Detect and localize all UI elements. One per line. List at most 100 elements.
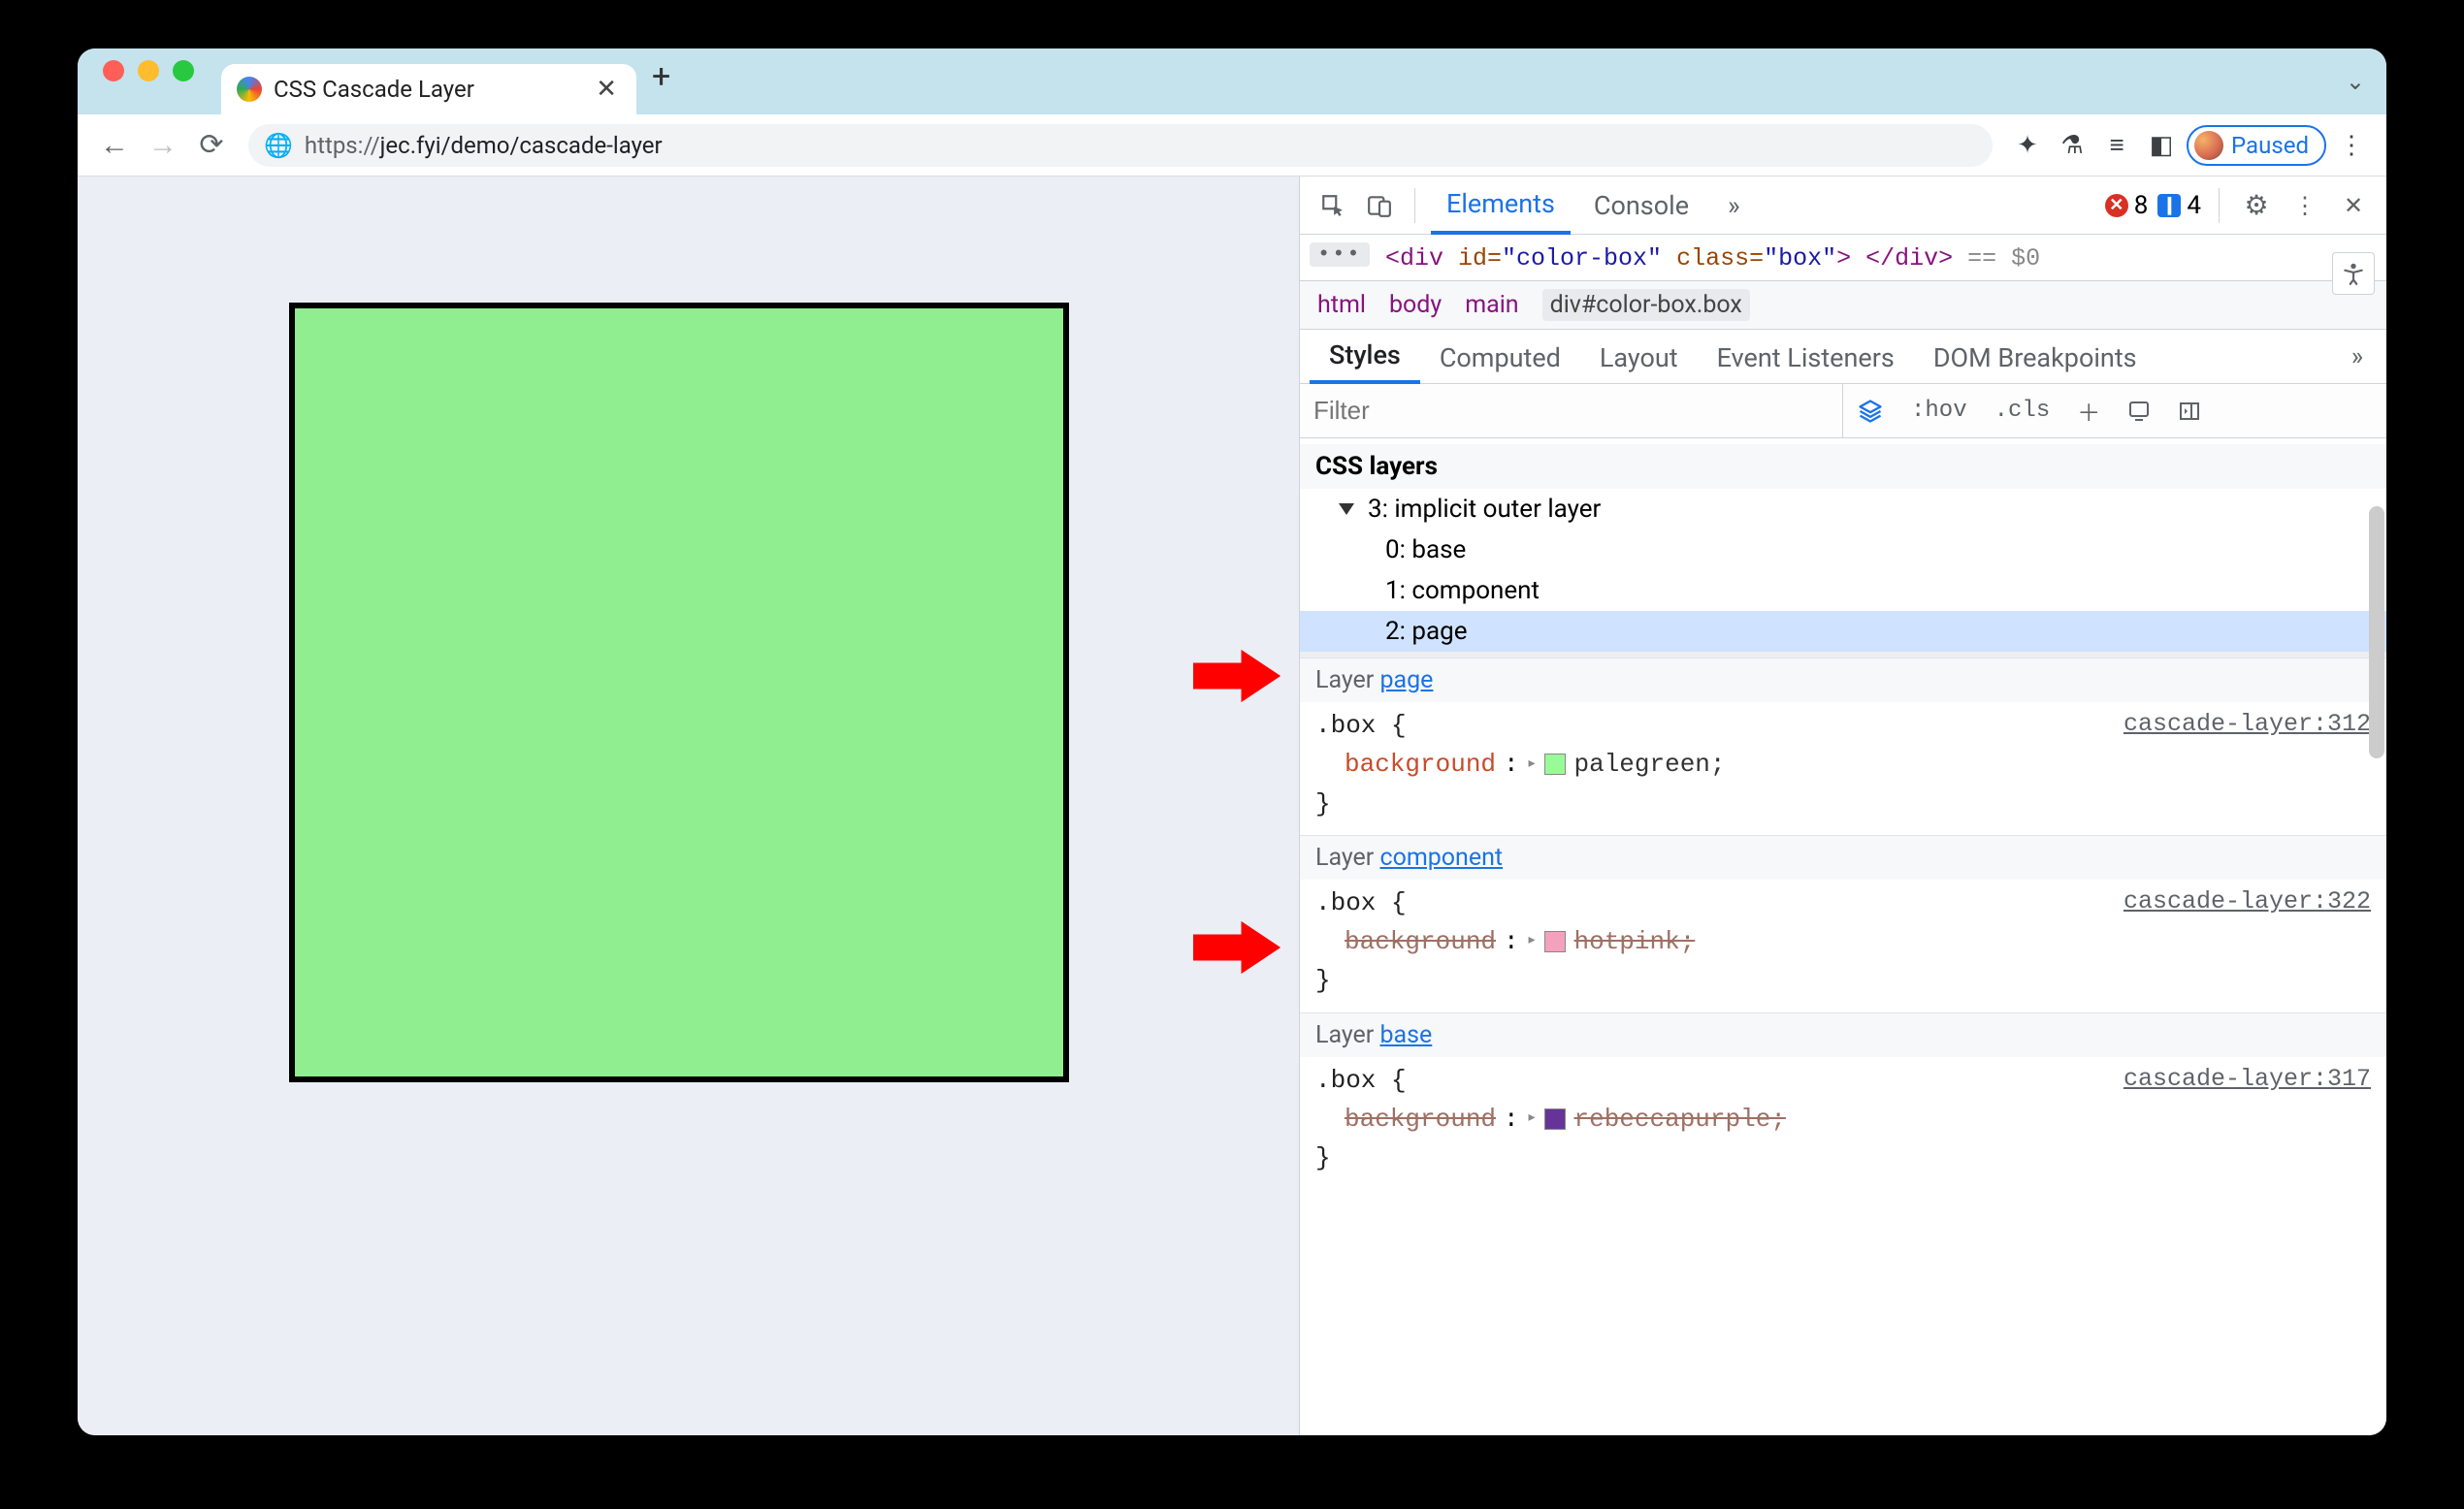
breadcrumb-html[interactable]: html	[1317, 291, 1366, 319]
back-button[interactable]: ←	[93, 124, 136, 167]
layer-tree-item-component[interactable]: 1: component	[1300, 570, 2386, 611]
computed-toggle-icon[interactable]	[2114, 400, 2164, 423]
css-declaration[interactable]: background: ▸ rebeccapurple;	[1315, 1100, 2371, 1139]
source-link[interactable]: cascade-layer:312	[2124, 706, 2371, 744]
site-info-icon[interactable]: 🌐	[264, 132, 293, 159]
devtools-panel: Elements Console » ✕ 8 ❙ 4 ⚙ ⋮ ✕	[1300, 177, 2386, 1435]
error-badge[interactable]: ✕ 8	[2105, 191, 2149, 220]
panel-icon[interactable]: ◧	[2142, 126, 2181, 165]
style-rule: Layer base .box { cascade-layer:317 back…	[1300, 1012, 2386, 1190]
dom-selected-line[interactable]: <div id="color-box" class="box"> </div> …	[1300, 242, 2386, 274]
layer-tree-root[interactable]: 3: implicit outer layer	[1300, 489, 2386, 530]
layer-link[interactable]: base	[1379, 1021, 1432, 1049]
css-property: background	[1345, 1100, 1496, 1139]
info-badge[interactable]: ❙ 4	[2157, 191, 2201, 220]
tab-close-button[interactable]: ✕	[592, 75, 621, 104]
callout-arrow-icon	[1193, 916, 1281, 986]
scrollbar[interactable]	[2369, 506, 2384, 758]
devtools-top-toolbar: Elements Console » ✕ 8 ❙ 4 ⚙ ⋮ ✕	[1300, 177, 2386, 235]
color-swatch[interactable]	[1544, 754, 1566, 775]
layer-label: Layer page	[1315, 666, 1433, 694]
hov-toggle[interactable]: :hov	[1897, 398, 1981, 424]
css-value: hotpink;	[1573, 922, 1695, 961]
extensions-icon[interactable]: ✦	[2008, 126, 2047, 165]
cls-toggle[interactable]: .cls	[1981, 398, 2064, 424]
settings-button[interactable]: ⚙	[2237, 186, 2276, 225]
profile-paused-chip[interactable]: Paused	[2187, 125, 2326, 166]
close-window-button[interactable]	[103, 60, 124, 81]
window-controls	[103, 48, 194, 114]
device-toolbar-button[interactable]	[1360, 186, 1399, 225]
tab-dom-breakpoints[interactable]: DOM Breakpoints	[1914, 342, 2156, 383]
breadcrumb-selected[interactable]: div#color-box.box	[1542, 289, 1750, 321]
omnibox[interactable]: 🌐 https://jec.fyi/demo/cascade-layer	[248, 124, 1993, 167]
layer-link[interactable]: component	[1379, 844, 1503, 872]
tab-elements[interactable]: Elements	[1431, 177, 1571, 235]
maximize-window-button[interactable]	[173, 60, 194, 81]
layer-link[interactable]: page	[1379, 666, 1433, 694]
styles-sidebar-tabs: Styles Computed Layout Event Listeners D…	[1300, 330, 2386, 384]
styles-filter-input[interactable]	[1313, 396, 1829, 426]
dom-breadcrumb: html body main div#color-box.box	[1300, 281, 2386, 330]
tab-console[interactable]: Console	[1578, 177, 1704, 234]
paused-label: Paused	[2231, 132, 2309, 159]
browser-tab[interactable]: CSS Cascade Layer ✕	[221, 64, 636, 114]
styles-toolbar: :hov .cls ＋	[1300, 384, 2386, 438]
tab-computed[interactable]: Computed	[1420, 342, 1580, 383]
layer-tree-item-page[interactable]: 2: page	[1300, 611, 2386, 652]
breadcrumb-body[interactable]: body	[1389, 291, 1442, 319]
source-link[interactable]: cascade-layer:322	[2124, 883, 2371, 921]
rule-selector[interactable]: .box	[1315, 888, 1376, 917]
breadcrumb-main[interactable]: main	[1465, 291, 1518, 319]
sidebar-toggle-icon[interactable]	[2164, 400, 2215, 423]
browser-window: CSS Cascade Layer ✕ + ⌄ ← → ⟳ 🌐 https://…	[78, 48, 2386, 1435]
accessibility-icon[interactable]	[2332, 252, 2375, 295]
style-rules: Layer page .box { cascade-layer:312 back…	[1300, 658, 2386, 1190]
lab-icon[interactable]: ⚗	[2053, 126, 2091, 165]
tab-overflow[interactable]: »	[1712, 177, 1756, 234]
toolbar-right: ✦ ⚗ ≡ ◧ Paused ⋮	[2008, 125, 2371, 166]
tab-event-listeners[interactable]: Event Listeners	[1698, 342, 1914, 383]
error-icon: ✕	[2105, 194, 2128, 217]
layers-toggle-icon[interactable]	[1843, 398, 1897, 425]
devtools-menu-button[interactable]: ⋮	[2286, 186, 2324, 225]
inspect-element-button[interactable]	[1313, 186, 1352, 225]
css-property: background	[1345, 922, 1496, 961]
layer-tree-item-base[interactable]: 0: base	[1300, 530, 2386, 570]
minimize-window-button[interactable]	[138, 60, 159, 81]
css-value: palegreen;	[1573, 745, 1725, 784]
disclosure-triangle-icon[interactable]	[1339, 503, 1354, 515]
css-declaration[interactable]: background: ▸ palegreen;	[1315, 745, 2371, 784]
tab-search-button[interactable]: ⌄	[2346, 68, 2365, 95]
css-layers-title: CSS layers	[1300, 444, 2386, 489]
page-viewport	[78, 177, 1300, 1435]
reading-list-icon[interactable]: ≡	[2097, 126, 2136, 165]
rule-selector[interactable]: .box	[1315, 711, 1376, 740]
expand-icon[interactable]: ▸	[1527, 752, 1538, 779]
tab-layout[interactable]: Layout	[1580, 342, 1698, 383]
new-tab-button[interactable]: +	[636, 57, 686, 106]
info-icon: ❙	[2157, 194, 2181, 217]
color-swatch[interactable]	[1544, 1108, 1566, 1130]
layer-label: Layer component	[1315, 844, 1503, 872]
expand-icon[interactable]: ▸	[1527, 1106, 1538, 1133]
dom-tree[interactable]: ••• <div id="color-box" class="box"> </d…	[1300, 235, 2386, 281]
expand-icon[interactable]: ▸	[1527, 928, 1538, 955]
css-property: background	[1345, 745, 1496, 784]
tab-styles[interactable]: Styles	[1310, 339, 1420, 384]
overflow-menu-button[interactable]: ⋮	[2332, 126, 2371, 165]
forward-button[interactable]: →	[142, 124, 184, 167]
style-rule: Layer page .box { cascade-layer:312 back…	[1300, 658, 2386, 835]
dom-collapse-icon[interactable]: •••	[1310, 242, 1370, 267]
rule-selector[interactable]: .box	[1315, 1066, 1376, 1095]
reload-button[interactable]: ⟳	[190, 124, 233, 167]
address-bar: ← → ⟳ 🌐 https://jec.fyi/demo/cascade-lay…	[78, 114, 2386, 177]
css-declaration[interactable]: background: ▸ hotpink;	[1315, 922, 2371, 961]
devtools-close-button[interactable]: ✕	[2334, 186, 2373, 225]
source-link[interactable]: cascade-layer:317	[2124, 1061, 2371, 1099]
new-style-rule-button[interactable]: ＋	[2063, 394, 2114, 428]
styles-tabs-overflow[interactable]: »	[2338, 342, 2377, 383]
avatar	[2194, 131, 2223, 160]
color-swatch[interactable]	[1544, 931, 1566, 952]
css-layers-section: CSS layers 3: implicit outer layer 0: ba…	[1300, 438, 2386, 658]
